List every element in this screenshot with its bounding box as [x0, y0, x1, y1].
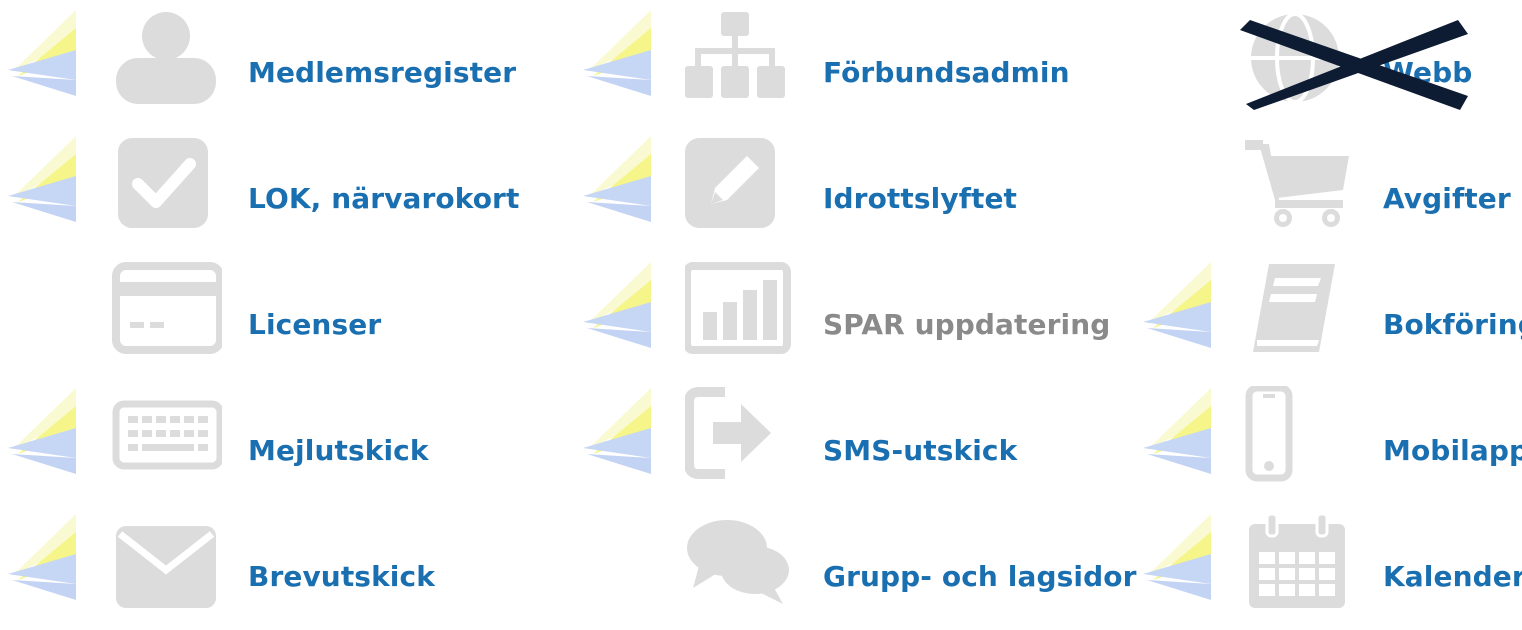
module-spar-uppdatering: SPAR uppdatering: [575, 252, 1110, 378]
module-label[interactable]: Bokföring: [1383, 308, 1522, 341]
module-licenser[interactable]: Licenser: [0, 252, 520, 378]
module-label[interactable]: Licenser: [248, 308, 381, 341]
sitemap-icon[interactable]: [685, 8, 797, 104]
module-label[interactable]: Idrottslyftet: [823, 182, 1017, 215]
chat-bubbles-icon[interactable]: [685, 512, 797, 608]
decorative-stripes-icon: [6, 514, 78, 600]
module-bokforing[interactable]: Bokföring: [1135, 252, 1522, 378]
module-mobilapp[interactable]: Mobilapp: [1135, 378, 1522, 504]
envelope-icon[interactable]: [110, 512, 222, 608]
decorative-stripes-icon: [6, 136, 78, 222]
decorative-stripes-icon: [581, 10, 653, 96]
module-lok-narvarokort[interactable]: LOK, närvarokort: [0, 126, 520, 252]
module-label: SPAR uppdatering: [823, 308, 1111, 341]
module-column-2: Förbundsadmin Idrottslyftet SPAR uppdate…: [575, 0, 1136, 605]
module-label[interactable]: Medlemsregister: [248, 56, 516, 89]
module-idrottslyftet[interactable]: Idrottslyftet: [575, 126, 1095, 252]
module-label[interactable]: Brevutskick: [248, 560, 435, 593]
module-column-1: Medlemsregister LOK, närvarokort License…: [0, 0, 520, 608]
calendar-icon[interactable]: [1245, 512, 1357, 608]
module-mejlutskick[interactable]: Mejlutskick: [0, 378, 520, 504]
pencil-square-icon[interactable]: [685, 134, 797, 230]
module-label[interactable]: Kalender: [1383, 560, 1522, 593]
module-forbundsadmin[interactable]: Förbundsadmin: [575, 0, 1095, 126]
checkbox-icon[interactable]: [110, 134, 222, 230]
credit-card-icon[interactable]: [110, 260, 222, 356]
decorative-stripes-icon: [6, 388, 78, 474]
share-arrow-icon[interactable]: [685, 386, 797, 482]
decorative-stripes-icon: [581, 136, 653, 222]
mobile-phone-icon[interactable]: [1245, 386, 1357, 482]
bar-chart-icon: [685, 260, 797, 356]
shopping-cart-icon[interactable]: [1245, 134, 1357, 230]
decorative-stripes-icon: [1141, 514, 1213, 600]
module-label[interactable]: Mobilapp: [1383, 434, 1522, 467]
module-label[interactable]: Förbundsadmin: [823, 56, 1070, 89]
decorative-stripes-icon: [581, 388, 653, 474]
module-medlemsregister[interactable]: Medlemsregister: [0, 0, 520, 126]
module-sms-utskick[interactable]: SMS-utskick: [575, 378, 1095, 504]
cross-out-mark-icon: [1240, 20, 1468, 110]
module-label[interactable]: SMS-utskick: [823, 434, 1017, 467]
decorative-stripes-icon: [1141, 262, 1213, 348]
decorative-stripes-icon: [6, 10, 78, 96]
module-label[interactable]: Grupp- och lagsidor: [823, 560, 1136, 593]
module-grupp-och-lagsidor[interactable]: Grupp- och lagsidor: [575, 504, 1136, 630]
book-icon[interactable]: [1245, 260, 1357, 356]
module-avgifter[interactable]: Avgifter: [1135, 126, 1522, 252]
module-kalender[interactable]: Kalender: [1135, 504, 1522, 630]
module-label[interactable]: Mejlutskick: [248, 434, 429, 467]
keyboard-icon[interactable]: [110, 386, 222, 482]
module-label[interactable]: LOK, närvarokort: [248, 182, 519, 215]
module-brevutskick[interactable]: Brevutskick: [0, 504, 520, 630]
decorative-stripes-icon: [581, 262, 653, 348]
module-label[interactable]: Avgifter: [1383, 182, 1511, 215]
decorative-stripes-icon: [1141, 388, 1213, 474]
user-icon[interactable]: [110, 8, 222, 104]
